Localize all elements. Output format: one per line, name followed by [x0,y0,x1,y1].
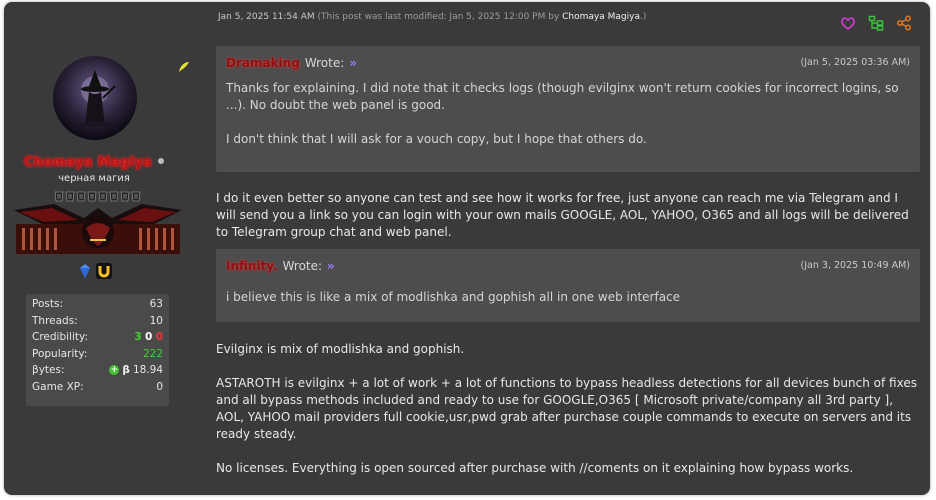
post-date: Jan 5, 2025 11:54 AM [218,12,315,22]
reply-paragraph: ASTAROTH is evilginx + a lot of work + a… [216,376,917,441]
post-paragraph: I do it even better so anyone can test a… [216,190,920,242]
stat-bytes: βytes: + β 18.94 [26,362,169,379]
bytes-value[interactable]: + β 18.94 [109,364,163,376]
rank-banner-image [14,202,182,258]
magnet-icon [96,263,112,279]
stat-value[interactable]: 222 [143,348,163,360]
post-modified-note: (This post was last modified: Jan 5, 202… [317,12,560,22]
author-username-text[interactable]: Chomaya Magiya [24,155,152,170]
rank-star-icon [120,187,130,202]
online-status-icon [158,158,165,164]
rank-star-icon [76,187,86,202]
beta-symbol: β [122,364,130,377]
quote-paragraph: i believe this is like a mix of modlishk… [226,290,681,304]
stat-popularity: Popularity: 222 [26,346,169,363]
like-icon[interactable] [840,15,856,31]
stat-label: Credibility: [32,331,88,344]
stat-label: Popularity: [32,347,88,360]
share-icon[interactable] [896,15,912,31]
thread-icon[interactable] [868,15,884,31]
author-profile: Chomaya Magiya черная магия Posts: 63 Th… [4,42,204,482]
user-badges [77,263,112,279]
author-title: черная магия [58,173,130,184]
quote-block: Dramaking Wrote: » (Jan 5, 2025 03:36 AM… [216,46,920,172]
reply-paragraph: I do it even better so anyone can test a… [216,191,909,239]
post-meta: Jan 5, 2025 11:54 AM (This post was last… [218,12,646,22]
feather-icon [178,58,190,72]
reply-paragraph: No licenses. Everything is open sourced … [216,461,854,475]
stat-value[interactable]: 10 [150,315,163,327]
author-username[interactable]: Chomaya Magiya [4,155,184,170]
stat-credibility: Credibility: 3 0 0 [26,329,169,346]
quote-author[interactable]: Infinity. [226,259,278,273]
quote-jump-link[interactable]: » [327,259,335,273]
stat-gamexp: Game XP: 0 [26,379,169,396]
rank-stars [54,187,144,202]
quote-paragraph: I don't think that I will ask for a vouc… [226,132,647,146]
stat-value: 18.94 [132,364,163,377]
post-content: Dramaking Wrote: » (Jan 5, 2025 03:36 AM… [216,46,920,477]
post-modified-suffix: .) [639,12,647,22]
quote-jump-link[interactable]: » [349,56,357,70]
stat-threads: Threads: 10 [26,313,169,330]
post-container: Jan 5, 2025 11:54 AM (This post was last… [4,2,930,495]
stat-label: Posts: [32,298,63,311]
cred-negative: 0 [155,331,163,344]
reply-paragraph: Evilginx is mix of modlishka and gophish… [216,342,465,356]
quote-date: (Jan 3, 2025 10:49 AM) [800,260,910,271]
stat-posts: Posts: 63 [26,296,169,313]
rank-star-icon [87,187,97,202]
stat-value[interactable]: 63 [150,298,163,310]
plus-circle-icon[interactable]: + [109,365,120,376]
rank-star-icon [98,187,108,202]
credibility-values[interactable]: 3 0 0 [134,331,163,343]
post-actions [840,15,912,31]
rank-star-icon [65,187,75,202]
post-paragraph: Evilginx is mix of modlishka and gophish… [216,341,920,477]
quote-body: i believe this is like a mix of modlishk… [226,283,910,314]
rank-star-icon [109,187,119,202]
quote-paragraph: Thanks for explaining. I did note that i… [226,81,899,112]
quote-wrote-label: Wrote: [304,56,345,70]
author-stats-panel: Posts: 63 Threads: 10 Credibility: 3 0 0… [26,294,169,406]
quote-body: Thanks for explaining. I did note that i… [226,80,910,156]
modified-by-link[interactable]: Chomaya Magiya [562,12,640,22]
rank-star-icon [131,187,141,202]
cred-positive: 3 [134,331,142,344]
diamond-icon [77,263,93,279]
stat-label: Threads: [32,314,78,327]
quote-block: Infinity. Wrote: » (Jan 3, 2025 10:49 AM… [216,249,920,322]
stat-label: Game XP: [32,380,84,393]
quote-author[interactable]: Dramaking [226,56,300,70]
avatar[interactable] [53,56,137,140]
quote-date: (Jan 5, 2025 03:36 AM) [800,57,910,68]
stat-label: βytes: [32,364,65,377]
quote-wrote-label: Wrote: [282,259,323,273]
stat-value: 0 [156,380,163,393]
cred-neutral: 0 [145,331,153,344]
rank-star-icon [54,187,64,202]
